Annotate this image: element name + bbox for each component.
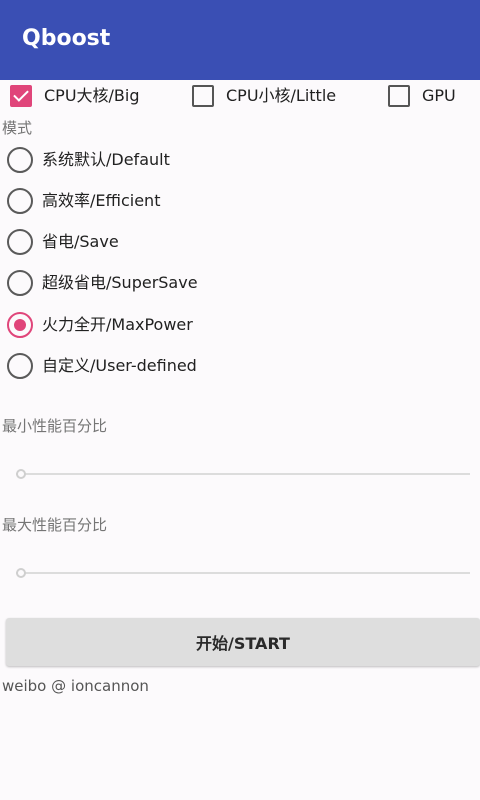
min-perf-slider-track[interactable] bbox=[16, 473, 470, 475]
radio-save[interactable]: 省电/Save bbox=[7, 227, 119, 257]
max-perf-slider-track[interactable] bbox=[16, 572, 470, 574]
radio-save-circle[interactable] bbox=[7, 229, 33, 255]
radio-user-defined-circle[interactable] bbox=[7, 353, 33, 379]
max-perf-slider-thumb[interactable] bbox=[16, 568, 26, 578]
radio-default-circle[interactable] bbox=[7, 147, 33, 173]
checkbox-cpu-little-label: CPU小核/Little bbox=[226, 86, 337, 105]
radio-user-defined-label: 自定义/User-defined bbox=[42, 356, 197, 375]
radio-default[interactable]: 系统默认/Default bbox=[7, 145, 170, 175]
checkbox-cpu-little[interactable]: CPU小核/Little bbox=[192, 82, 336, 110]
app-bar: Qboost bbox=[0, 0, 480, 80]
radio-maxpower-circle[interactable] bbox=[7, 312, 33, 338]
radio-efficient-label: 高效率/Efficient bbox=[42, 191, 161, 210]
checkbox-gpu-label: GPU bbox=[422, 86, 456, 105]
checkbox-gpu[interactable]: GPU bbox=[388, 82, 456, 110]
min-perf-slider[interactable] bbox=[16, 467, 470, 481]
radio-maxpower-label: 火力全开/MaxPower bbox=[42, 315, 193, 334]
start-button[interactable]: 开始/START bbox=[6, 618, 480, 666]
checkbox-cpu-big-label: CPU大核/Big bbox=[44, 86, 140, 105]
max-perf-label: 最大性能百分比 bbox=[2, 516, 108, 534]
checkbox-cpu-big[interactable]: CPU大核/Big bbox=[10, 82, 140, 110]
radio-efficient-circle[interactable] bbox=[7, 188, 33, 214]
checkbox-cpu-little-box[interactable] bbox=[192, 85, 214, 107]
radio-supersave[interactable]: 超级省电/SuperSave bbox=[7, 268, 198, 298]
min-perf-slider-thumb[interactable] bbox=[16, 469, 26, 479]
radio-user-defined[interactable]: 自定义/User-defined bbox=[7, 351, 197, 381]
radio-save-label: 省电/Save bbox=[42, 232, 119, 251]
max-perf-slider[interactable] bbox=[16, 566, 470, 580]
radio-maxpower[interactable]: 火力全开/MaxPower bbox=[7, 310, 193, 340]
radio-supersave-label: 超级省电/SuperSave bbox=[42, 273, 198, 292]
checkbox-gpu-box[interactable] bbox=[388, 85, 410, 107]
radio-supersave-circle[interactable] bbox=[7, 270, 33, 296]
footer-credit: weibo @ ioncannon bbox=[2, 677, 149, 695]
checkbox-cpu-big-box[interactable] bbox=[10, 85, 32, 107]
radio-default-label: 系统默认/Default bbox=[42, 150, 170, 169]
radio-efficient[interactable]: 高效率/Efficient bbox=[7, 186, 160, 216]
min-perf-label: 最小性能百分比 bbox=[2, 417, 108, 435]
mode-label: 模式 bbox=[2, 119, 33, 137]
app-title: Qboost bbox=[22, 26, 111, 51]
